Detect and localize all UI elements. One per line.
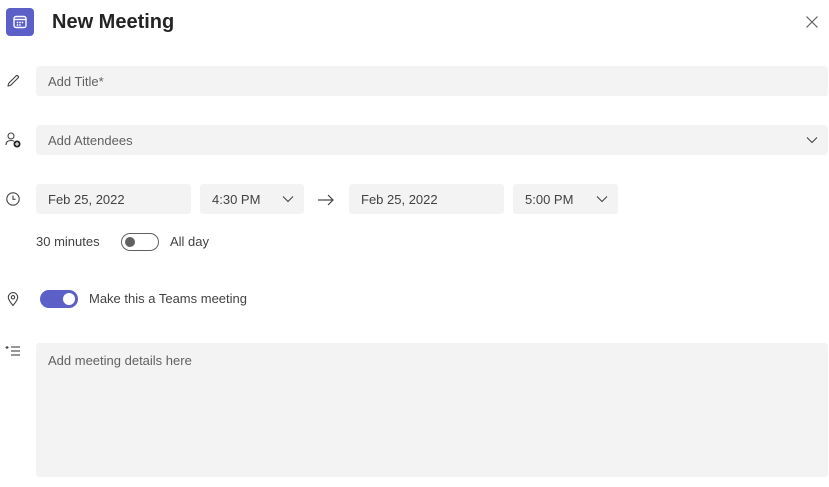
title-field[interactable] (36, 66, 828, 96)
toggle-knob (63, 293, 75, 305)
end-time-dropdown[interactable]: 5:00 PM (513, 184, 618, 214)
end-time-value: 5:00 PM (525, 191, 574, 207)
calendar-icon (6, 8, 34, 36)
location-icon (4, 290, 22, 308)
all-day-label: All day (170, 234, 210, 249)
chevron-down-icon (596, 196, 608, 203)
start-date-value: Feb 25, 2022 (48, 191, 125, 207)
duration-label: 30 minutes (36, 234, 100, 249)
attendees-field[interactable]: Add Attendees (36, 125, 828, 155)
end-date-value: Feb 25, 2022 (361, 191, 438, 207)
attendees-placeholder: Add Attendees (48, 132, 133, 148)
title-input[interactable] (48, 66, 828, 96)
all-day-toggle[interactable] (121, 233, 159, 251)
meeting-details-field[interactable] (36, 343, 828, 477)
teams-meeting-toggle[interactable] (40, 290, 78, 308)
start-time-dropdown[interactable]: 4:30 PM (200, 184, 304, 214)
pencil-icon (4, 72, 22, 90)
close-button[interactable] (800, 10, 824, 34)
chevron-down-icon (806, 137, 818, 144)
close-icon (806, 16, 818, 28)
arrow-right-icon (316, 190, 336, 210)
meeting-details-input[interactable] (48, 353, 816, 467)
add-people-icon (4, 131, 22, 149)
chevron-down-icon (282, 196, 294, 203)
page-title: New Meeting (52, 11, 175, 33)
clock-icon (4, 190, 22, 208)
toggle-knob (125, 237, 135, 247)
end-date-field[interactable]: Feb 25, 2022 (349, 184, 504, 214)
text-list-icon (4, 342, 22, 360)
teams-meeting-label: Make this a Teams meeting (89, 291, 247, 306)
start-time-value: 4:30 PM (212, 191, 261, 207)
start-date-field[interactable]: Feb 25, 2022 (36, 184, 191, 214)
